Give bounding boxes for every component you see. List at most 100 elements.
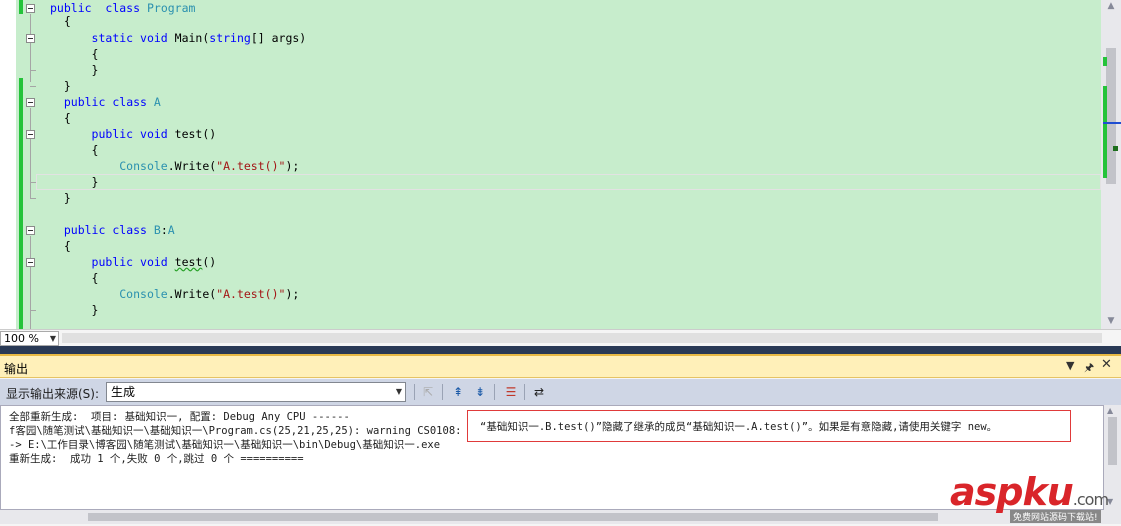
code-token: () [202, 255, 217, 269]
watermark: aspku.com 免费网站源码下载站! [950, 470, 1120, 526]
collapse-icon[interactable] [26, 258, 35, 267]
code-token: { [50, 111, 71, 125]
code-token: test [174, 255, 203, 269]
warning-mark [1113, 146, 1118, 151]
code-token: void [140, 127, 168, 141]
collapse-icon[interactable] [26, 4, 35, 13]
collapse-icon[interactable] [26, 98, 35, 107]
scroll-up-icon[interactable]: ▲ [1107, 406, 1113, 415]
editor-gutter [0, 0, 16, 329]
clear-all-icon[interactable]: ☰ [502, 383, 520, 401]
code-line[interactable]: { [50, 142, 99, 158]
fold-end [30, 310, 36, 311]
zoom-dropdown[interactable]: 100 % ▼ [0, 331, 59, 346]
code-token: { [50, 14, 71, 28]
code-line[interactable]: public class B:A [50, 222, 175, 238]
code-editor[interactable]: public class Program { static void Main(… [0, 0, 1121, 346]
toolbar-separator [524, 384, 525, 400]
code-token: Console [119, 287, 168, 301]
code-token: class [105, 1, 141, 15]
code-token: test() [167, 127, 217, 141]
code-token: void [140, 31, 168, 45]
scrollbar-thumb[interactable] [1108, 417, 1117, 465]
collapse-icon[interactable] [26, 226, 35, 235]
output-toolbar: 显示输出来源(S): 生成 ▼ ⇱ ⇞ ⇟ ☰ ⇄ [0, 379, 1121, 405]
fold-end [30, 70, 36, 71]
current-line-highlight [36, 174, 1101, 190]
previous-message-icon[interactable]: ⇞ [449, 383, 467, 401]
scrollbar-thumb[interactable] [1106, 48, 1116, 184]
code-token: { [50, 47, 99, 61]
code-token: { [50, 239, 71, 253]
collapse-icon[interactable] [26, 130, 35, 139]
watermark-brand: aspku [950, 470, 1074, 514]
editor-horizontal-scrollbar[interactable] [62, 333, 1102, 343]
code-line[interactable]: { [50, 270, 99, 286]
dropdown-icon[interactable]: ▼ [1066, 359, 1074, 372]
code-line[interactable]: { [50, 46, 99, 62]
word-wrap-icon[interactable]: ⇄ [530, 383, 548, 401]
code-token: class [112, 95, 147, 109]
panel-title: 输出 [4, 362, 29, 376]
scroll-up-icon[interactable]: ▲ [1105, 0, 1117, 12]
code-token: : [160, 223, 168, 237]
output-title-bar: 输出 ▼ 🖈 ✕ [0, 356, 1121, 378]
source-select[interactable]: 生成 ▼ [106, 382, 406, 402]
code-line[interactable]: } [50, 302, 99, 318]
code-line[interactable]: { [50, 110, 71, 126]
close-icon[interactable]: ✕ [1101, 357, 1112, 372]
code-token: } [50, 63, 99, 77]
code-token: .Write( [167, 287, 217, 301]
code-token: { [50, 143, 99, 157]
code-token: public [63, 95, 106, 109]
pin-icon[interactable]: 🖈 [1084, 359, 1094, 378]
code-token: .Write( [167, 159, 217, 173]
code-token: "A.test()" [216, 287, 286, 301]
code-line[interactable]: { [50, 13, 71, 29]
change-mark [1103, 57, 1107, 66]
code-token: public [91, 255, 134, 269]
output-line: -> E:\工作目录\博客园\随笔测试\基础知识一\基础知识一\bin\Debu… [9, 439, 441, 451]
code-line[interactable]: static void Main(string[] args) [50, 30, 307, 46]
code-token: ); [285, 159, 300, 173]
code-line[interactable]: } [50, 174, 99, 190]
go-to-location-icon[interactable]: ⇱ [419, 383, 437, 401]
change-bar [19, 78, 23, 329]
fold-end [30, 86, 36, 87]
code-line[interactable]: } [50, 190, 71, 206]
toolbar-separator [414, 384, 415, 400]
editor-vertical-scrollbar[interactable]: ▲ ▼ [1101, 0, 1121, 329]
code-line[interactable]: Console.Write("A.test()"); [50, 286, 299, 302]
code-line[interactable]: } [50, 62, 99, 78]
code-token: void [140, 255, 168, 269]
code-token: public [63, 223, 106, 237]
code-line[interactable]: public class A [50, 94, 161, 110]
watermark-suffix: .com [1072, 490, 1109, 509]
code-token: string [209, 31, 251, 45]
next-message-icon[interactable]: ⇟ [471, 383, 489, 401]
code-token: Main( [167, 31, 210, 45]
code-line[interactable]: public void test() [50, 126, 217, 142]
code-line[interactable]: public void test() [50, 254, 217, 270]
scrollbar-thumb[interactable] [88, 513, 938, 521]
code-line[interactable]: public class Program [50, 0, 195, 16]
code-token: [] args) [250, 31, 307, 45]
code-token: A [167, 223, 175, 237]
scroll-down-icon[interactable]: ▼ [1105, 315, 1117, 327]
collapse-icon[interactable] [26, 34, 35, 43]
code-line[interactable]: Console.Write("A.test()"); [50, 158, 299, 174]
chevron-down-icon: ▼ [395, 387, 402, 396]
code-line[interactable]: { [50, 238, 71, 254]
code-line[interactable]: } [50, 78, 71, 94]
code-token: public [91, 127, 134, 141]
